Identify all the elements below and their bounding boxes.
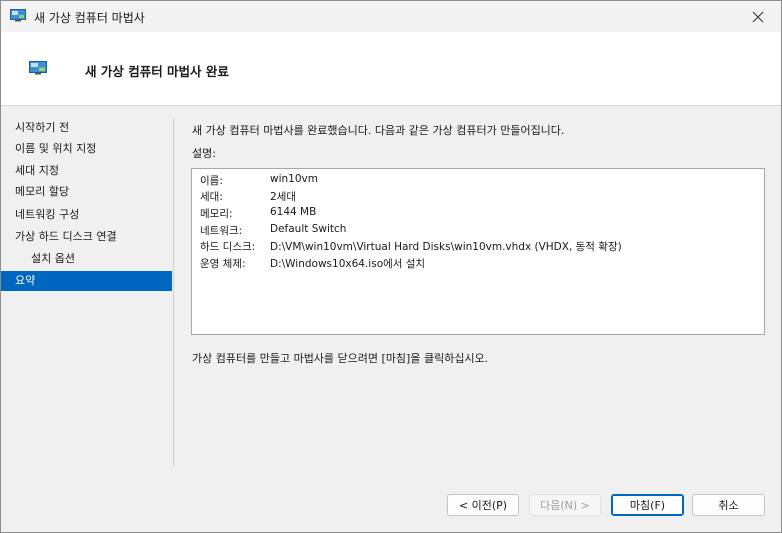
sidebar-item-networking[interactable]: 네트워킹 구성 xyxy=(1,205,172,225)
vm-monitor-icon xyxy=(10,9,26,22)
next-button[interactable]: 다음(N) > xyxy=(529,494,601,516)
window-title: 새 가상 컴퓨터 마법사 xyxy=(34,11,145,25)
summary-key: 메모리: xyxy=(200,208,233,220)
finish-instruction: 가상 컴퓨터를 만들고 마법사를 닫으려면 [마침]을 클릭하십시오. xyxy=(192,352,489,365)
close-button[interactable] xyxy=(735,1,781,32)
summary-value: D:\Windows10x64.iso에서 설치 xyxy=(270,258,426,270)
summary-key: 운영 체제: xyxy=(200,258,246,270)
summary-key: 네트워크: xyxy=(200,225,243,237)
sidebar-item-installation-options[interactable]: 설치 옵션 xyxy=(1,249,172,269)
sidebar-item-virtual-hard-disk[interactable]: 가상 하드 디스크 연결 xyxy=(1,227,172,247)
sidebar-item-name-location[interactable]: 이름 및 위치 지정 xyxy=(1,139,172,159)
cancel-button[interactable]: 취소 xyxy=(692,494,765,516)
page-title: 새 가상 컴퓨터 마법사 완료 xyxy=(85,64,229,79)
wizard-header: 새 가상 컴퓨터 마법사 완료 xyxy=(1,32,781,106)
sidebar-item-before-you-begin[interactable]: 시작하기 전 xyxy=(1,118,172,138)
summary-key: 이름: xyxy=(200,175,223,187)
summary-value: D:\VM\win10vm\Virtual Hard Disks\win10vm… xyxy=(270,241,622,253)
vm-monitor-icon xyxy=(29,61,47,75)
summary-textbox[interactable]: 이름: win10vm 세대: 2세대 메모리: 6144 MB 네트워크: D… xyxy=(191,168,765,335)
sidebar-item-memory[interactable]: 메모리 할당 xyxy=(1,182,172,202)
close-icon xyxy=(752,11,764,22)
title-bar[interactable]: 새 가상 컴퓨터 마법사 xyxy=(1,1,781,32)
finish-button[interactable]: 마침(F) xyxy=(611,494,684,516)
summary-key: 하드 디스크: xyxy=(200,241,256,253)
sidebar-divider xyxy=(173,119,174,466)
summary-value: 6144 MB xyxy=(270,206,317,218)
intro-text: 새 가상 컴퓨터 마법사를 완료했습니다. 다음과 같은 가상 컴퓨터가 만들어… xyxy=(192,124,565,137)
summary-value: 2세대 xyxy=(270,191,297,203)
summary-value: win10vm xyxy=(270,173,318,185)
summary-key: 세대: xyxy=(200,191,223,203)
description-label: 설명: xyxy=(192,147,216,160)
summary-value: Default Switch xyxy=(270,223,347,235)
wizard-step-list: 시작하기 전 이름 및 위치 지정 세대 지정 메모리 할당 네트워킹 구성 가… xyxy=(1,106,173,466)
sidebar-item-generation[interactable]: 세대 지정 xyxy=(1,161,172,181)
previous-button[interactable]: < 이전(P) xyxy=(447,494,519,516)
wizard-window: 새 가상 컴퓨터 마법사 새 가상 컴퓨터 마법사 완료 시작하기 전 이름 및… xyxy=(0,0,782,533)
sidebar-item-summary[interactable]: 요약 xyxy=(1,271,172,291)
